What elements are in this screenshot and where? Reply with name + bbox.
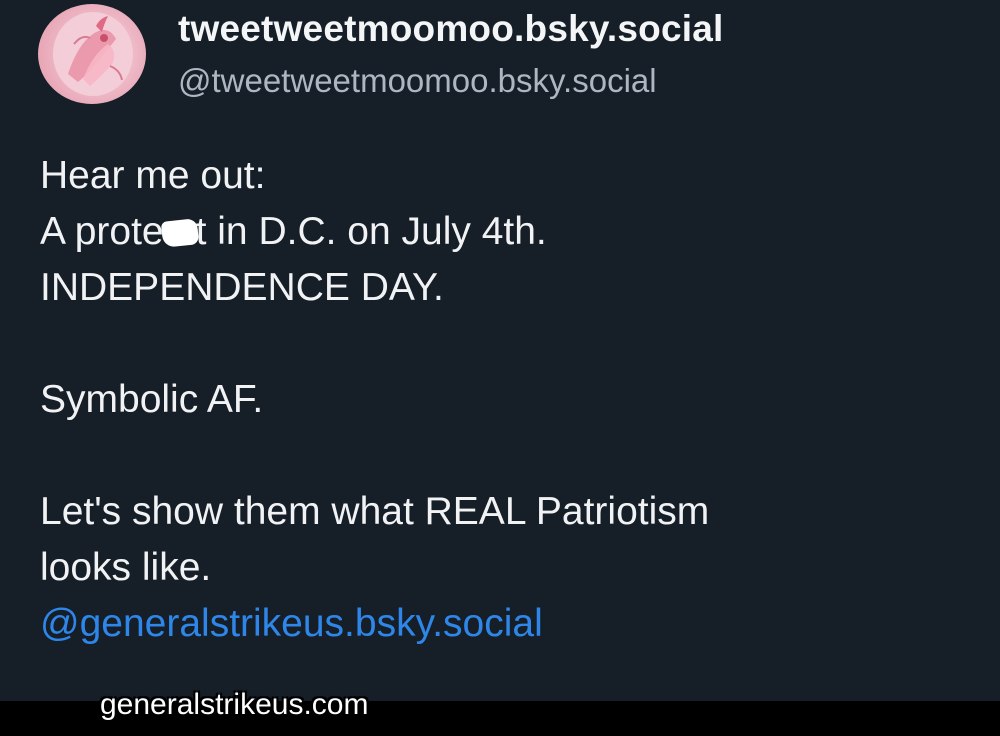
post-line: A prote t in D.C. on July 4th. xyxy=(40,204,980,260)
post-line-part: t in D.C. on July 4th. xyxy=(195,210,547,253)
post-card[interactable]: tweetweetmoomoo.bsky.social @tweetweetmo… xyxy=(0,0,1000,700)
avatar-illustration-icon xyxy=(53,12,133,96)
post-line: looks like. xyxy=(40,546,212,589)
author-handle[interactable]: @tweetweetmoomoo.bsky.social xyxy=(178,62,657,100)
redaction-mark xyxy=(160,218,199,248)
post-body: Hear me out: A prote t in D.C. on July 4t… xyxy=(40,148,980,652)
post-line: Symbolic AF. xyxy=(40,378,264,421)
author-display-name[interactable]: tweetweetmoomoo.bsky.social xyxy=(178,8,723,50)
post-line: Hear me out: xyxy=(40,154,266,197)
post-line: INDEPENDENCE DAY. xyxy=(40,266,444,309)
mention-link[interactable]: @generalstrikeus.bsky.social xyxy=(40,596,980,652)
post-blank-line xyxy=(40,316,980,372)
user-avatar[interactable] xyxy=(38,4,146,104)
post-blank-line xyxy=(40,428,980,484)
post-line-part: A prote xyxy=(40,210,164,253)
post-line: Let's show them what REAL Patriotism xyxy=(40,490,710,533)
watermark-caption: generalstrikeus.com xyxy=(100,688,369,721)
